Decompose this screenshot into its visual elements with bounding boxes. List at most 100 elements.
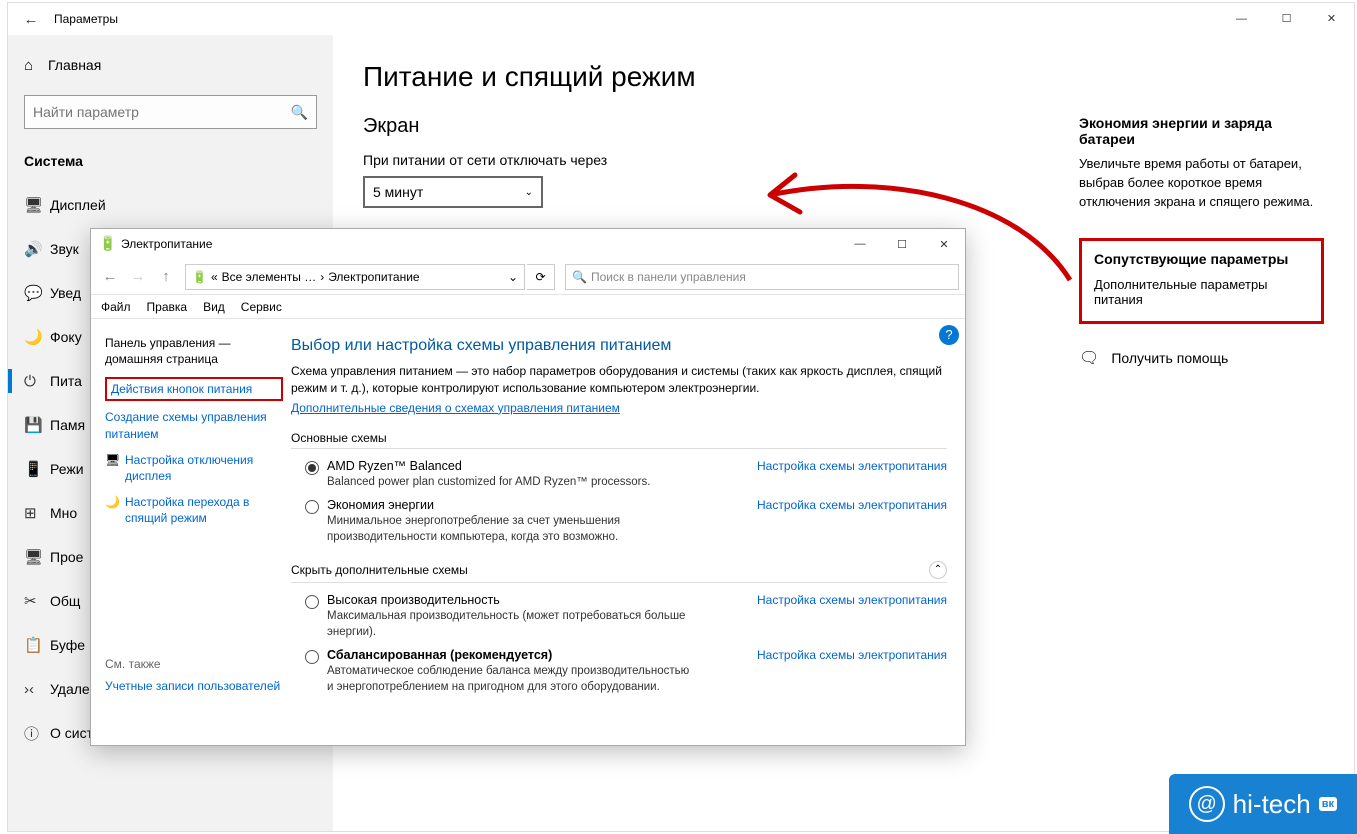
configure-plan-link[interactable]: Настройка схемы электропитания [757,648,947,662]
nav-icon: 📱 [24,460,50,478]
radio-button[interactable] [305,650,319,664]
page-title: Питание и спящий режим [363,61,1324,93]
cp-maximize-button[interactable]: ☐ [881,238,923,251]
nav-icon: 💬 [24,284,50,302]
nav-label: Режи [50,461,84,477]
nav-icon: 💾 [24,416,50,434]
configure-plan-link[interactable]: Настройка схемы электропитания [757,498,947,512]
sidebar-item[interactable]: 🖥Дисплей [8,183,333,227]
cp-main: ? Выбор или настройка схемы управления п… [291,319,965,745]
home-link[interactable]: ⌂ Главная [8,43,333,87]
related-link[interactable]: Дополнительные параметры питания [1094,277,1309,307]
watermark-text: hi-tech [1233,789,1311,820]
cp-minimize-button[interactable]: — [839,238,881,250]
user-accounts-link[interactable]: Учетные записи пользователей [105,679,283,693]
nav-label: Прое [50,549,83,565]
nav-label: Общ [50,593,80,609]
nav-icon: 🔊 [24,240,50,258]
chevron-down-icon: ⌄ [525,187,533,198]
cp-description: Схема управления питанием — это набор па… [291,363,947,397]
nav-icon: ⓘ [24,723,50,744]
plan-name[interactable]: Сбалансированная (рекомендуется) [327,648,757,662]
help-chat-icon: 🗨 [1079,348,1099,368]
display-off-link[interactable]: Настройка отключения дисплея [125,452,283,484]
nav-label: Дисплей [50,197,106,213]
menu-item[interactable]: Файл [101,300,131,314]
menu-item[interactable]: Вид [203,300,225,314]
home-label: Главная [48,57,101,73]
refresh-button[interactable]: ⟳ [527,264,555,290]
search-icon: 🔍 [572,270,587,284]
minimize-button[interactable]: — [1219,4,1264,34]
cp-titlebar: 🔋 Электропитание — ☐ ✕ [91,229,965,259]
cp-close-button[interactable]: ✕ [923,238,965,251]
cp-home-link[interactable]: Панель управления — домашняя страница [105,335,283,367]
get-help-link[interactable]: 🗨 Получить помощь [1079,348,1324,368]
help-icon[interactable]: ? [939,325,959,345]
radio-button[interactable] [305,461,319,475]
breadcrumb-current[interactable]: Электропитание [328,270,419,284]
radio-button[interactable] [305,500,319,514]
sleep-settings-link[interactable]: Настройка перехода в спящий режим [125,494,283,526]
address-bar[interactable]: 🔋 « Все элементы … › Электропитание ⌄ [185,264,525,290]
configure-plan-link[interactable]: Настройка схемы электропитания [757,593,947,607]
plan-description: Balanced power plan customized for AMD R… [327,475,697,491]
power-buttons-action-link[interactable]: Действия кнопок питания [105,377,283,401]
window-title: Параметры [54,12,118,26]
control-panel-window: 🔋 Электропитание — ☐ ✕ ← → ↑ 🔋 « Все эле… [90,228,966,746]
nav-icon: 🖥 [24,548,50,566]
nav-forward-button[interactable]: → [125,268,151,285]
chevron-down-icon[interactable]: ⌄ [508,270,518,284]
power-plan-row: AMD Ryzen™ Balanced Balanced power plan … [291,453,947,493]
search-box[interactable]: 🔍 [24,95,317,129]
right-panel: Экономия энергии и заряда батареи Увелич… [1079,115,1324,368]
nav-label: Звук [50,241,79,257]
nav-icon: ⏻ [24,373,50,390]
dropdown-value: 5 минут [373,184,423,200]
plan-name[interactable]: AMD Ryzen™ Balanced [327,459,757,473]
cp-toolbar: ← → ↑ 🔋 « Все элементы … › Электропитани… [91,259,965,295]
nav-label: Мно [50,505,77,521]
breadcrumb-sep: › [320,270,324,284]
nav-back-button[interactable]: ← [97,268,123,285]
maximize-button[interactable]: ☐ [1264,4,1309,34]
nav-icon: 📋 [24,636,50,654]
nav-label: Буфе [50,637,85,653]
moon-icon: 🌙 [105,494,119,510]
create-plan-link[interactable]: Создание схемы управления питанием [105,409,283,441]
more-info-link[interactable]: Дополнительные сведения о схемах управле… [291,401,620,415]
cp-search-box[interactable]: 🔍 Поиск в панели управления [565,264,959,290]
power-plan-row: Экономия энергии Минимальное энергопотре… [291,492,947,547]
search-icon: 🔍 [291,104,308,121]
power-icon: 🔋 [99,235,117,253]
related-params-highlight: Сопутствующие параметры Дополнительные п… [1079,238,1324,324]
back-button[interactable]: ← [16,11,46,28]
configure-plan-link[interactable]: Настройка схемы электропитания [757,459,947,473]
menu-item[interactable]: Правка [147,300,188,314]
plan-name[interactable]: Экономия энергии [327,498,757,512]
category-label: Система [8,145,333,183]
nav-icon: ✂ [24,592,50,610]
vk-icon: вк [1319,797,1337,811]
watermark: @ hi-tech вк [1169,774,1357,834]
nav-up-button[interactable]: ↑ [153,268,179,285]
search-input[interactable] [33,104,291,120]
screen-off-dropdown[interactable]: 5 минут ⌄ [363,176,543,208]
extra-schemes-label[interactable]: Скрыть дополнительные схемы [291,563,468,577]
menu-item[interactable]: Сервис [241,300,282,314]
power-plan-row: Высокая производительность Максимальная … [291,587,947,642]
power-icon: 🔋 [192,270,207,284]
plan-description: Максимальная производительность (может п… [327,609,697,640]
plan-name[interactable]: Высокая производительность [327,593,757,607]
close-button[interactable]: ✕ [1309,4,1354,34]
nav-icon: ⊞ [24,504,50,522]
radio-button[interactable] [305,595,319,609]
breadcrumb-all[interactable]: Все элементы … [222,270,317,284]
nav-icon: 🖥 [24,196,50,214]
cp-heading: Выбор или настройка схемы управления пит… [291,337,947,355]
collapse-chevron-icon[interactable]: ⌃ [929,561,947,579]
energy-heading: Экономия энергии и заряда батареи [1079,115,1324,147]
nav-icon: 🌙 [24,328,50,346]
cp-menubar: Файл Правка Вид Сервис [91,295,965,319]
cp-title: Электропитание [121,237,212,251]
